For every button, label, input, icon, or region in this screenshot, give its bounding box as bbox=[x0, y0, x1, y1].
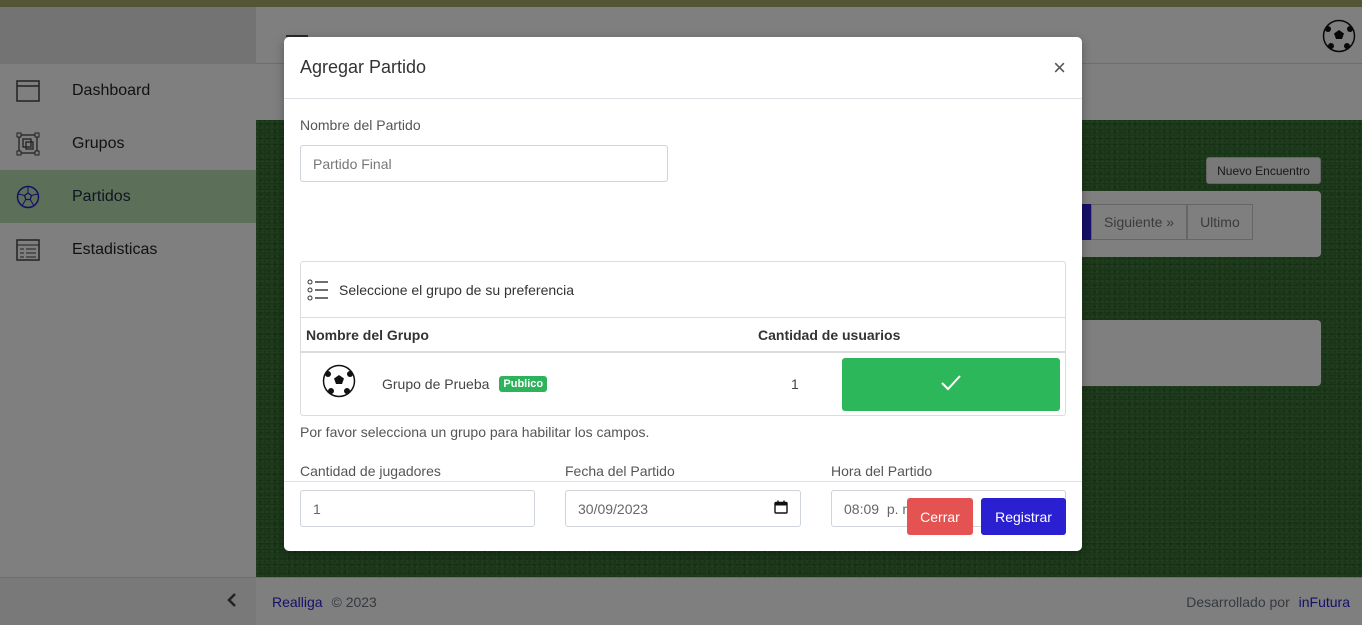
modal-footer: Cerrar Registrar bbox=[284, 481, 1082, 551]
table-header: Nombre del Grupo Cantidad de usuarios bbox=[301, 318, 1065, 353]
check-icon bbox=[940, 374, 962, 395]
date-label: Fecha del Partido bbox=[565, 463, 675, 479]
register-button[interactable]: Registrar bbox=[981, 498, 1066, 535]
players-label: Cantidad de jugadores bbox=[300, 463, 441, 479]
close-icon[interactable]: × bbox=[1053, 56, 1066, 79]
group-selector: Seleccione el grupo de su preferencia No… bbox=[300, 261, 1066, 416]
match-name-input[interactable]: Partido Final bbox=[300, 145, 668, 182]
list-icon bbox=[307, 279, 329, 301]
status-badge: Publico bbox=[499, 376, 548, 392]
group-selector-header: Seleccione el grupo de su preferencia bbox=[301, 262, 1065, 318]
modal-title: Agregar Partido bbox=[300, 57, 427, 77]
group-prompt: Seleccione el grupo de su preferencia bbox=[339, 281, 575, 298]
group-name-cell: Grupo de Prueba Publico bbox=[382, 376, 548, 392]
col-group-name: Nombre del Grupo bbox=[306, 326, 429, 343]
add-match-modal: Agregar Partido × Nombre del Partido Par… bbox=[284, 37, 1082, 551]
match-name-label: Nombre del Partido bbox=[300, 117, 421, 133]
help-text: Por favor selecciona un grupo para habil… bbox=[300, 424, 650, 440]
time-label: Hora del Partido bbox=[831, 463, 933, 479]
close-button[interactable]: Cerrar bbox=[907, 498, 973, 535]
modal-header: Agregar Partido × bbox=[284, 37, 1082, 99]
select-group-button[interactable] bbox=[842, 358, 1060, 411]
col-user-count: Cantidad de usuarios bbox=[758, 326, 901, 343]
group-avatar-icon bbox=[322, 364, 356, 401]
table-row: Grupo de Prueba Publico 1 bbox=[301, 353, 1065, 416]
group-name: Grupo de Prueba bbox=[382, 376, 490, 392]
user-count: 1 bbox=[791, 376, 799, 392]
